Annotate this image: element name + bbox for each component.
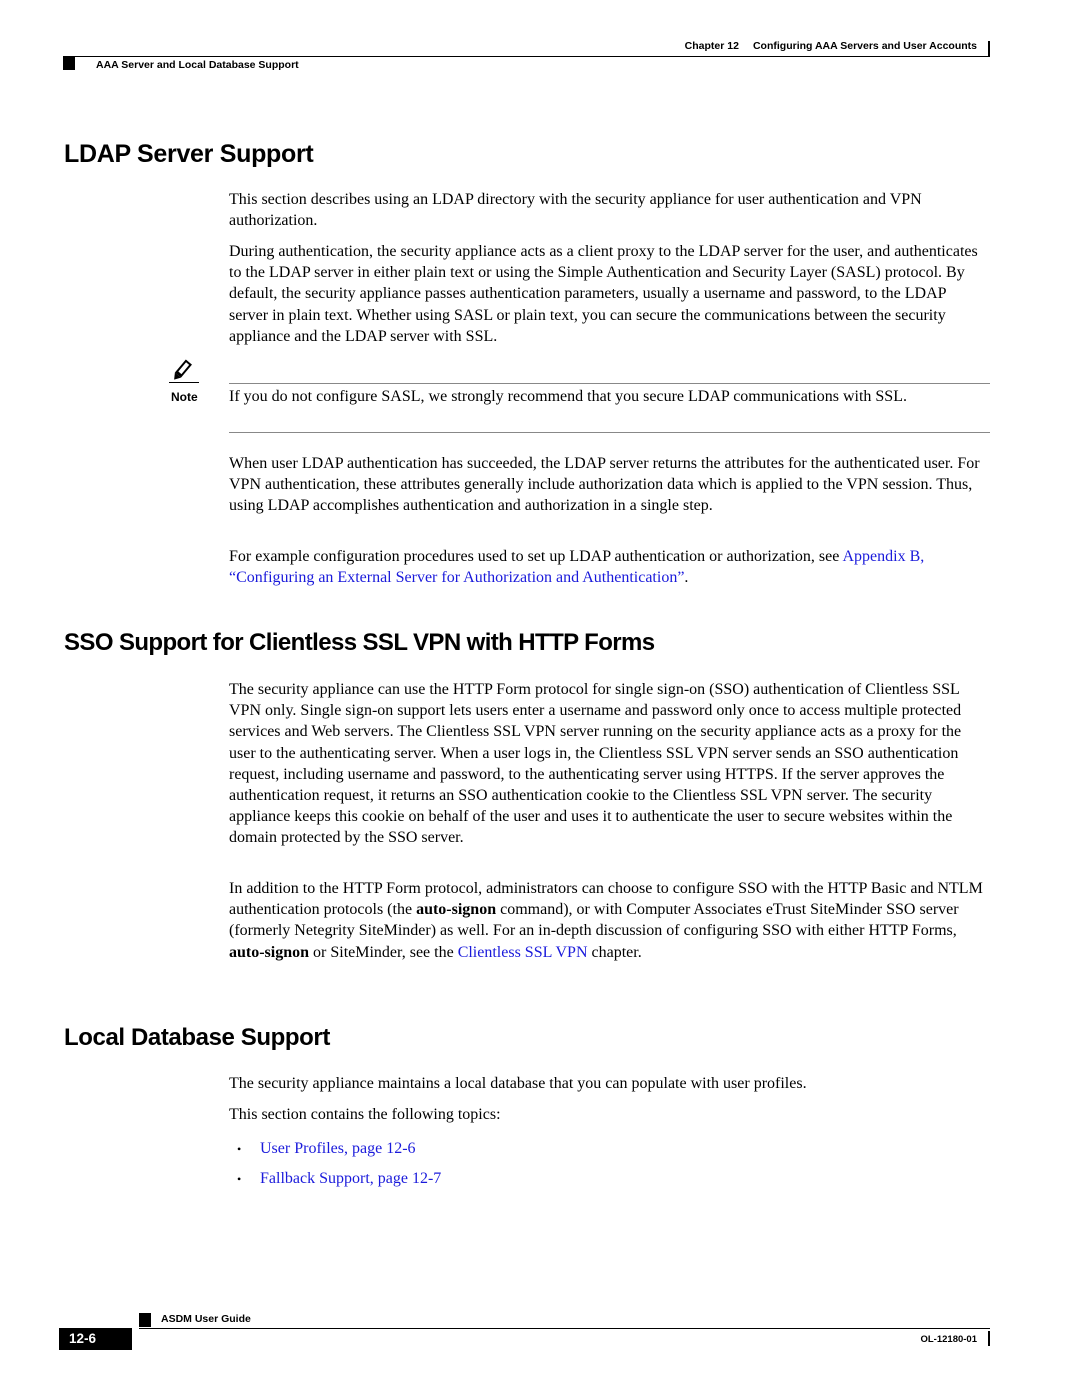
list-item: • Fallback Support, page 12-7: [229, 1164, 441, 1194]
header-edge-bar: [988, 41, 990, 56]
ldap-paragraph-1: This section describes using an LDAP dir…: [229, 191, 922, 230]
running-header-chapter: Chapter 12 Configuring AAA Servers and Us…: [685, 40, 977, 52]
ldap-p4-text: For example configuration procedures use…: [229, 548, 843, 565]
auto-signon-command: auto-signon: [416, 901, 497, 919]
page-number-tab: 12-6: [59, 1328, 132, 1350]
heading-local-database-support: Local Database Support: [64, 1024, 330, 1051]
sso-p2-c: or SiteMinder, see the: [309, 943, 458, 961]
heading-sso-support: SSO Support for Clientless SSL VPN with …: [64, 629, 655, 656]
running-header-section: AAA Server and Local Database Support: [96, 59, 299, 71]
footer-edge-bar: [988, 1331, 990, 1346]
bullet-icon: •: [237, 1142, 242, 1156]
note-text: If you do not configure SASL, we strongl…: [229, 388, 907, 405]
note-rule-top: [229, 383, 990, 384]
ldap-paragraph-2: During authentication, the security appl…: [229, 243, 978, 345]
ldap-paragraph-4: For example configuration procedures use…: [229, 546, 989, 588]
note-label: Note: [171, 390, 198, 404]
bullet-icon: •: [237, 1172, 242, 1186]
chapter-number: Chapter 12: [684, 40, 739, 52]
user-profiles-link[interactable]: User Profiles, page 12-6: [260, 1140, 416, 1157]
header-rule: [63, 56, 990, 57]
local-paragraph-2: This section contains the following topi…: [229, 1106, 501, 1123]
note-rule-bottom: [229, 432, 990, 433]
sso-paragraph-1: The security appliance can use the HTTP …: [229, 681, 962, 847]
local-paragraph-1: The security appliance maintains a local…: [229, 1075, 807, 1092]
sso-p2-d: chapter.: [587, 943, 642, 961]
fallback-support-link[interactable]: Fallback Support, page 12-7: [260, 1170, 441, 1187]
document-id: OL-12180-01: [920, 1334, 977, 1345]
ldap-p4-end: .: [684, 569, 689, 587]
footer-marker: [139, 1313, 151, 1327]
clientless-ssl-vpn-link[interactable]: Clientless SSL VPN: [458, 944, 588, 961]
list-item: • User Profiles, page 12-6: [229, 1134, 441, 1164]
note-icon-underline: [169, 382, 199, 383]
footer-rule: [139, 1328, 990, 1329]
ldap-paragraph-3: When user LDAP authentication has succee…: [229, 455, 980, 515]
footer-guide-title: ASDM User Guide: [161, 1313, 251, 1325]
topics-list: • User Profiles, page 12-6 • Fallback Su…: [229, 1134, 441, 1194]
heading-ldap-server-support: LDAP Server Support: [64, 140, 314, 168]
sso-paragraph-2: In addition to the HTTP Form protocol, a…: [229, 878, 989, 963]
chapter-title: Configuring AAA Servers and User Account…: [752, 40, 977, 52]
header-marker: [63, 56, 75, 70]
auto-signon-command: auto-signon: [229, 943, 310, 961]
